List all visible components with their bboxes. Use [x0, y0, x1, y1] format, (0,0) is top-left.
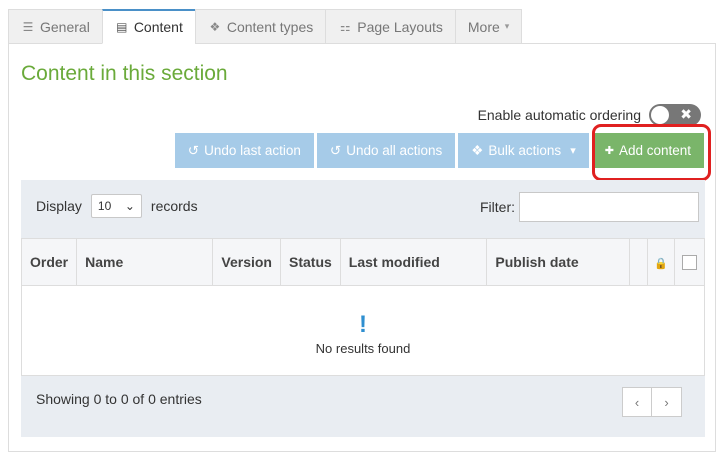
display-label: Display — [36, 198, 82, 214]
previous-page-button[interactable]: ‹ — [622, 387, 652, 417]
button-label: Undo last action — [204, 143, 301, 158]
select-all-checkbox[interactable] — [682, 255, 698, 271]
automatic-ordering: Enable automatic ordering ✖ — [478, 104, 701, 126]
tab-more[interactable]: More ▾ — [454, 9, 523, 44]
plus-icon: ✚ — [604, 145, 614, 157]
tab-label: Content types — [226, 18, 314, 35]
tab-content-types[interactable]: ❖ Content types — [194, 9, 326, 44]
caret-down-icon: ▾ — [570, 145, 576, 157]
column-last-modified[interactable]: Last modified — [339, 238, 488, 286]
column-spacer — [628, 238, 648, 286]
column-name[interactable]: Name — [76, 238, 214, 286]
bulk-actions-button[interactable]: ❖ Bulk actions ▾ — [458, 133, 589, 168]
tab-general[interactable]: ☰ General — [8, 9, 102, 44]
tab-label: More — [467, 18, 500, 35]
page-size-control: Display 10 ⌄ records — [36, 194, 198, 218]
entries-info: Showing 0 to 0 of 0 entries — [36, 391, 202, 407]
button-label: Add content — [618, 143, 691, 158]
column-status[interactable]: Status — [280, 238, 341, 286]
document-icon: ▤ — [116, 20, 128, 34]
undo-icon: ↺ — [187, 142, 200, 158]
content-table: Order Name Version Status Last modified … — [20, 238, 705, 376]
pagination: ‹ › — [622, 387, 682, 417]
empty-state: ! No results found — [21, 285, 705, 376]
filter-input[interactable] — [519, 192, 699, 222]
content-panel: Content in this section Enable automatic… — [8, 43, 716, 452]
datatable-controls: Display 10 ⌄ records Filter: — [21, 180, 705, 238]
records-label: records — [150, 198, 198, 214]
button-label: Undo all actions — [346, 143, 443, 158]
close-icon: ✖ — [680, 106, 692, 122]
page-size-select[interactable]: 10 ⌄ — [90, 194, 142, 218]
cubes-icon: ❖ — [471, 142, 484, 158]
toggle-knob — [651, 106, 669, 124]
table-row: ! No results found — [21, 285, 705, 376]
chevron-down-icon: ⌄ — [124, 199, 135, 213]
undo-icon: ↺ — [329, 142, 342, 158]
add-content-button[interactable]: ✚ Add content — [591, 133, 704, 168]
undo-all-button[interactable]: ↺ Undo all actions — [316, 133, 456, 168]
button-label: Bulk actions — [488, 143, 562, 158]
datatable-footer: Showing 0 to 0 of 0 entries ‹ › — [21, 376, 705, 438]
tab-label: Content — [133, 19, 183, 35]
tab-content[interactable]: ▤ Content — [101, 9, 195, 44]
column-order[interactable]: Order — [20, 238, 78, 286]
content-datatable: Display 10 ⌄ records Filter: Order Name … — [20, 180, 705, 438]
lock-icon: 🔒 — [654, 258, 668, 270]
empty-message: No results found — [315, 341, 411, 356]
table-header-row: Order Name Version Status Last modified … — [20, 238, 705, 286]
tab-label: Page Layouts — [357, 18, 443, 35]
column-version[interactable]: Version — [212, 238, 281, 286]
sitemap-icon: ⚏ — [339, 19, 351, 34]
undo-last-button[interactable]: ↺ Undo last action — [174, 133, 314, 168]
exclamation-icon: ! — [359, 311, 367, 338]
tab-label: General — [40, 18, 90, 35]
cubes-icon: ❖ — [209, 19, 221, 34]
filter-control: Filter: — [480, 192, 699, 222]
filter-label: Filter: — [480, 199, 515, 215]
page-size-value: 10 — [97, 199, 112, 213]
caret-down-icon: ▾ — [504, 21, 510, 31]
page-title: Content in this section — [21, 62, 228, 85]
sliders-icon: ☰ — [22, 19, 34, 34]
next-page-button[interactable]: › — [652, 387, 682, 417]
ordering-toggle[interactable]: ✖ — [649, 104, 701, 126]
action-toolbar: ↺ Undo last action ↺ Undo all actions ❖ … — [174, 133, 704, 168]
column-select-all — [674, 238, 705, 286]
column-lock: 🔒 — [646, 238, 676, 286]
tab-bar: ☰ General ▤ Content ❖ Content types ⚏ Pa… — [8, 9, 523, 44]
ordering-label: Enable automatic ordering — [477, 107, 641, 123]
column-publish-date[interactable]: Publish date — [486, 238, 630, 286]
tab-page-layouts[interactable]: ⚏ Page Layouts — [325, 9, 455, 44]
